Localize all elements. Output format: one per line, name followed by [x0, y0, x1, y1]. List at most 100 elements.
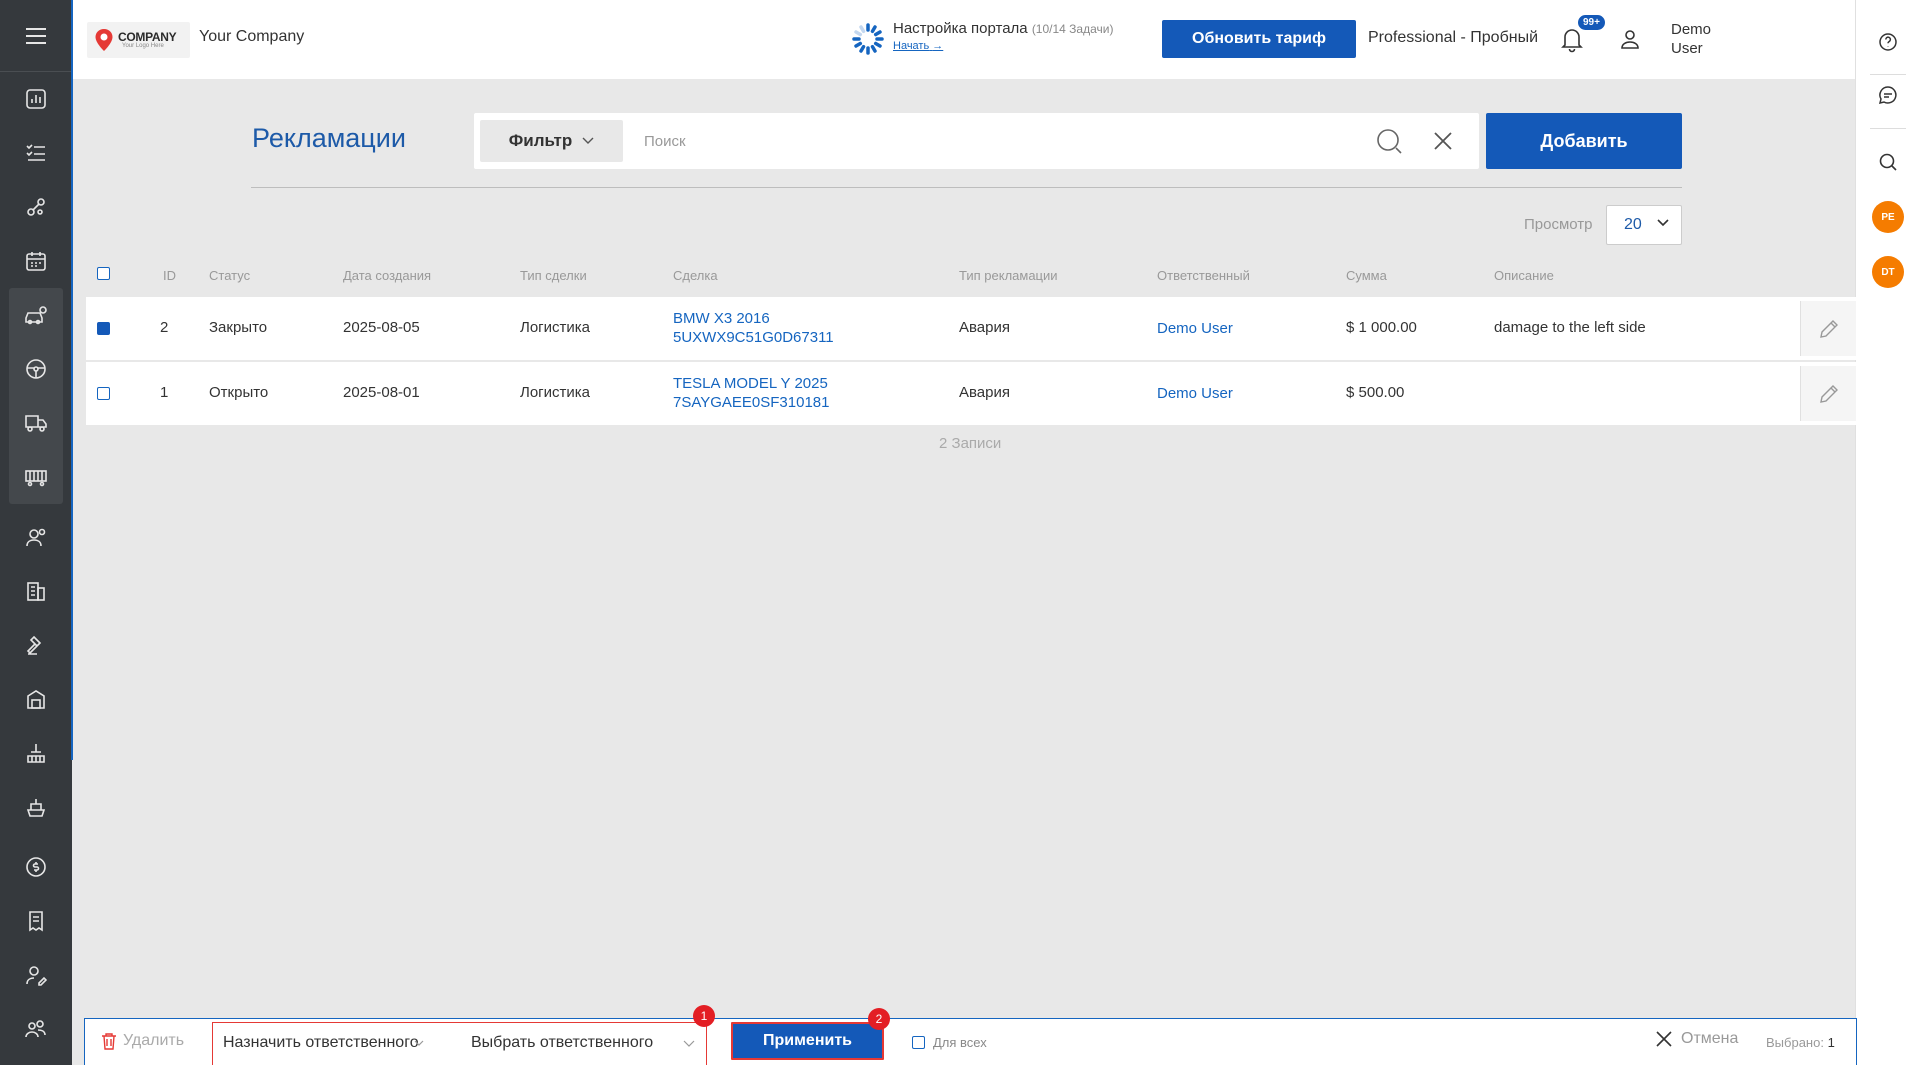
row-deal-link[interactable]: TESLA MODEL Y 2025 7SAYGAEE0SF310181 [673, 374, 830, 412]
row-id: 2 [160, 319, 169, 336]
search-input[interactable] [644, 127, 1324, 155]
sidebar-accent-edge [71, 0, 73, 760]
responsible-select[interactable]: Выбрать ответственного [471, 1034, 653, 1052]
bulk-action-selects: Назначить ответственного Выбрать ответст… [212, 1022, 707, 1065]
company-logo[interactable]: COMPANY Your Logo Here [87, 22, 190, 58]
column-header[interactable]: Описание [1494, 268, 1554, 283]
row-deal-type: Логистика [520, 384, 591, 401]
page-title: Рекламации [252, 123, 406, 153]
row-checkbox[interactable] [97, 322, 110, 335]
page-size-select[interactable]: 20 [1606, 205, 1682, 245]
for-all-checkbox[interactable] [912, 1036, 925, 1049]
help-icon[interactable] [1856, 15, 1919, 69]
column-header[interactable]: Сделка [673, 268, 718, 283]
setup-title: Настройка портала [893, 20, 1028, 37]
chevron-down-icon [1657, 219, 1669, 227]
step-marker: 1 [693, 1005, 715, 1027]
ship-icon[interactable] [0, 780, 72, 834]
close-icon [1656, 1031, 1672, 1047]
delete-button[interactable]: Удалить [101, 1032, 184, 1050]
column-header[interactable]: Тип сделки [520, 268, 587, 283]
calendar-icon[interactable] [0, 234, 72, 288]
select-all-checkbox[interactable] [97, 267, 110, 280]
setup-progress: (10/14 Задачи) [1031, 22, 1114, 36]
progress-spinner-icon [852, 23, 884, 55]
divider [1870, 128, 1906, 129]
menu-icon[interactable] [0, 0, 72, 72]
logo-name: COMPANY [118, 30, 177, 44]
plan-label: Professional - Пробный [1368, 29, 1538, 46]
user-edit-icon[interactable] [0, 948, 72, 1002]
contacts-icon[interactable] [0, 510, 72, 564]
add-button[interactable]: Добавить [1486, 113, 1682, 169]
notifications-badge: 99+ [1578, 15, 1605, 30]
row-status: Открыто [209, 384, 269, 401]
delivery-truck-icon[interactable] [0, 396, 72, 450]
upgrade-plan-button[interactable]: Обновить тариф [1162, 20, 1356, 58]
portal-setup[interactable]: Настройка портала (10/14 Задачи) Начать … [851, 20, 1113, 60]
chevron-down-icon [414, 1040, 424, 1046]
finance-exchange-icon[interactable] [0, 840, 72, 894]
rail-car-icon[interactable] [0, 450, 72, 504]
tasks-list-icon[interactable] [0, 126, 72, 180]
table-row[interactable]: 1 Открыто 2025-08-01 Логистика TESLA MOD… [86, 362, 1856, 425]
column-header[interactable]: Тип рекламации [959, 268, 1058, 283]
settings-icon[interactable] [0, 1048, 72, 1065]
auction-hammer-icon[interactable] [0, 618, 72, 672]
column-header[interactable]: Сумма [1346, 268, 1387, 283]
pencil-icon [1819, 384, 1838, 403]
row-description: damage to the left side [1494, 319, 1646, 336]
table-header: ID Статус Дата создания Тип сделки Сделк… [86, 258, 1856, 290]
chat-icon[interactable] [1856, 68, 1919, 122]
dashboard-icon[interactable] [0, 72, 72, 126]
arrow-right-icon: → [932, 40, 944, 52]
row-status: Закрыто [209, 319, 268, 336]
map-pin-icon [95, 29, 113, 51]
page-size-label: Просмотр [1524, 216, 1593, 233]
pencil-icon [1819, 319, 1838, 338]
apply-button[interactable]: Применить [731, 1022, 884, 1060]
column-header[interactable]: ID [163, 268, 176, 283]
filter-dropdown[interactable]: Фильтр [480, 120, 623, 162]
edit-button[interactable] [1800, 301, 1856, 356]
cancel-button[interactable]: Отмена [1655, 1030, 1738, 1048]
search-icon[interactable] [1375, 127, 1403, 155]
row-responsible-link[interactable]: Demo User [1157, 384, 1233, 403]
step-marker: 2 [868, 1008, 890, 1030]
steering-wheel-icon[interactable] [0, 342, 72, 396]
action-select[interactable]: Назначить ответственного [223, 1034, 423, 1052]
column-header[interactable]: Ответственный [1157, 268, 1250, 283]
column-header[interactable]: Дата создания [343, 268, 431, 283]
buildings-icon[interactable] [0, 564, 72, 618]
row-date: 2025-08-01 [343, 384, 420, 401]
user-name[interactable]: Demo User [1671, 20, 1711, 58]
row-deal-type: Логистика [520, 319, 591, 336]
row-amount: $ 500.00 [1346, 384, 1405, 401]
avatar[interactable]: DT [1856, 245, 1919, 299]
search-icon[interactable] [1856, 135, 1919, 189]
row-deal-link[interactable]: BMW X3 2016 5UXWX9C51G0D67311 [673, 309, 834, 347]
chevron-down-icon [582, 137, 594, 144]
row-responsible-link[interactable]: Demo User [1157, 319, 1233, 338]
edit-button[interactable] [1800, 366, 1856, 421]
avatar[interactable]: PE [1856, 190, 1919, 244]
table-row[interactable]: 2 Закрыто 2025-08-05 Логистика BMW X3 20… [86, 297, 1856, 360]
row-id: 1 [160, 384, 169, 401]
for-all-toggle[interactable]: Для всех [912, 1035, 987, 1050]
row-checkbox[interactable] [97, 387, 110, 400]
car-dealer-icon[interactable] [0, 288, 72, 342]
divider [251, 187, 1682, 188]
close-icon[interactable] [1432, 130, 1454, 152]
trash-icon [102, 1033, 116, 1050]
row-amount: $ 1 000.00 [1346, 319, 1417, 336]
workflow-icon[interactable] [0, 180, 72, 234]
row-claim-type: Авария [959, 319, 1010, 336]
invoice-icon[interactable] [0, 894, 72, 948]
setup-start-link[interactable]: Начать [893, 40, 929, 52]
port-crane-icon[interactable] [0, 726, 72, 780]
warehouse-icon[interactable] [0, 672, 72, 726]
column-header[interactable]: Статус [209, 268, 250, 283]
records-count: 2 Записи [939, 435, 1002, 452]
right-sidebar: PE DT [1855, 0, 1919, 1065]
user-avatar-icon[interactable] [1613, 22, 1647, 56]
